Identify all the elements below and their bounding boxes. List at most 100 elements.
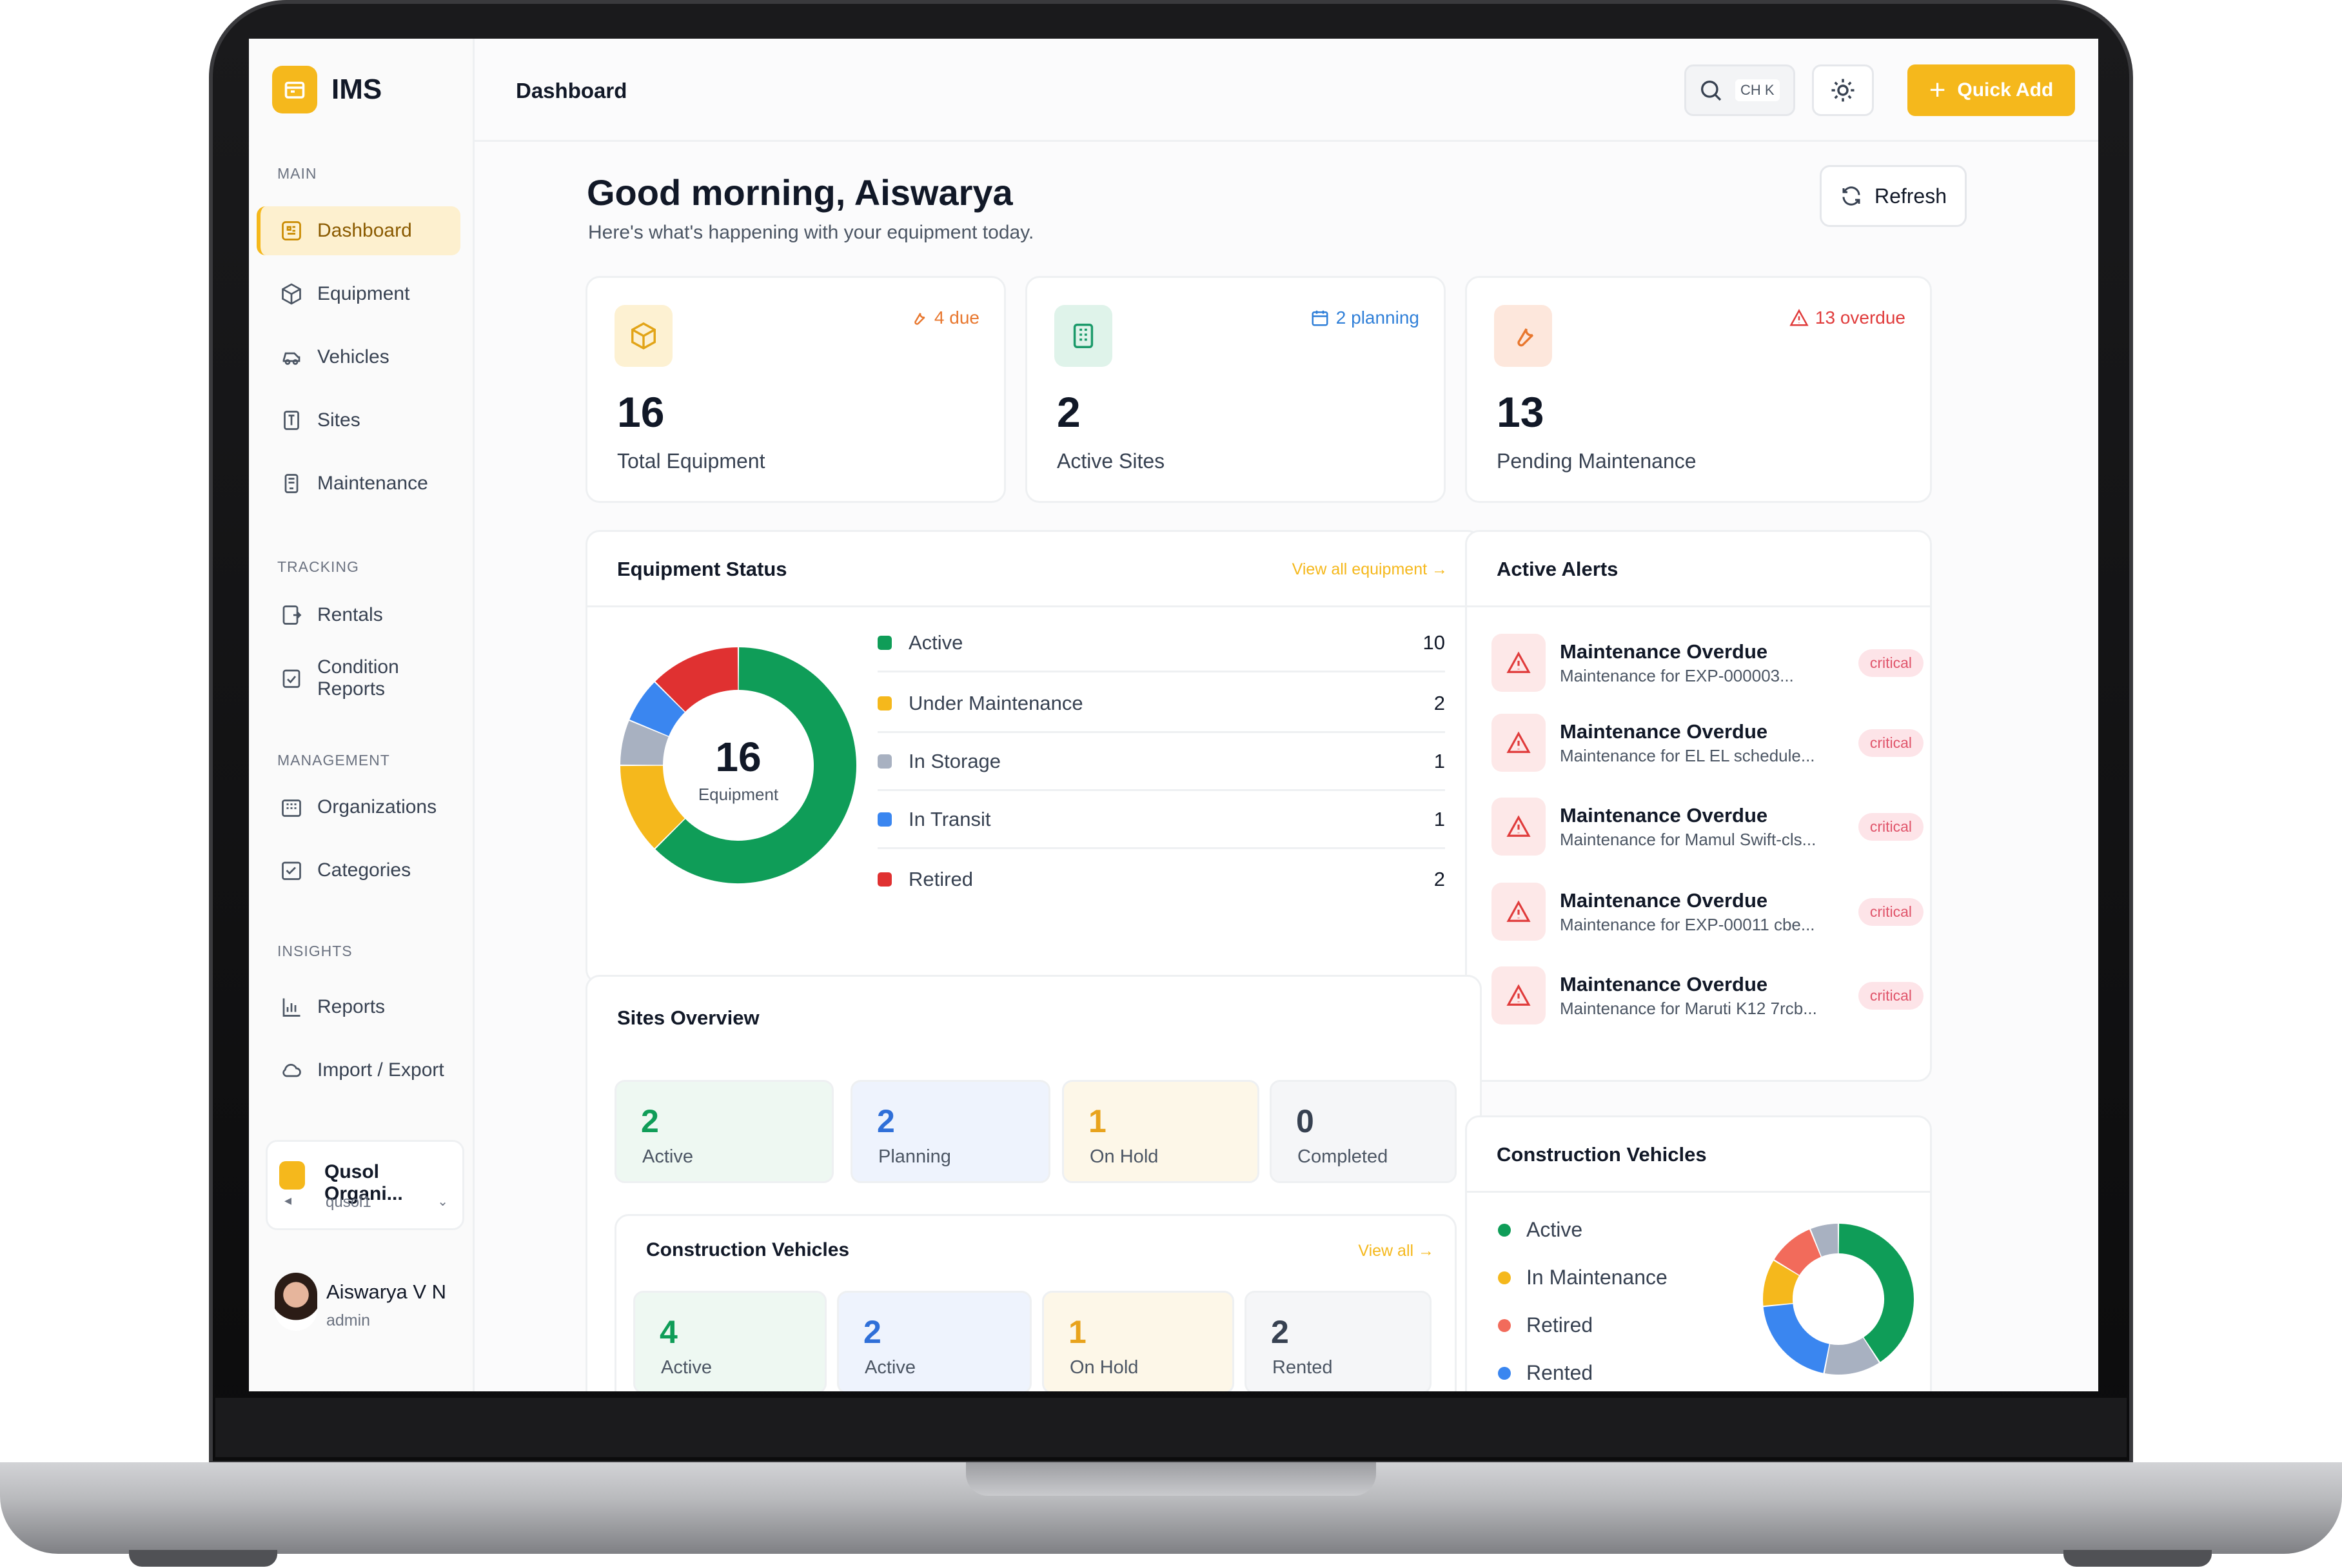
box-icon [615, 305, 673, 367]
legend-swatch [878, 635, 892, 650]
search-button[interactable]: CH K [1684, 64, 1795, 116]
stat-card-pending-maintenance[interactable]: 13 overdue 13 Pending Maintenance [1465, 276, 1932, 503]
legend-row-retired[interactable]: Retired 2 [878, 850, 1445, 908]
warning-icon [1491, 634, 1546, 692]
plus-icon: + [1929, 74, 1946, 106]
site-tile-completed[interactable]: 0 Completed [1270, 1080, 1457, 1183]
alert-item[interactable]: Maintenance Overdue Maintenance for EXP-0… [1491, 627, 1924, 698]
chevron-down-icon: ⌄ [437, 1195, 448, 1209]
greeting: Good morning, Aiswarya [587, 172, 1013, 213]
stat-label: Total Equipment [617, 449, 765, 473]
legend-name: In Storage [909, 749, 1001, 772]
view-all-link[interactable]: View all → [1358, 1242, 1434, 1260]
org-switcher[interactable]: Qusol Organi... qusol1 ◂ ⌄ [266, 1140, 464, 1230]
stat-badge: 13 overdue [1789, 308, 1905, 328]
tile-value: 1 [1068, 1314, 1087, 1350]
greeting-subtitle: Here's what's happening with your equipm… [588, 222, 1034, 243]
alert-item[interactable]: Maintenance Overdue Maintenance for Mamul… [1491, 791, 1924, 862]
cv-legend-retired[interactable]: Retired [1498, 1313, 1593, 1337]
card-title: Construction Vehicles [1497, 1143, 1707, 1166]
sidebar-item-equipment[interactable]: Equipment [257, 270, 460, 318]
tile-value: 2 [641, 1103, 659, 1139]
org-icon [279, 1161, 305, 1190]
sidebar-item-vehicles[interactable]: Vehicles [257, 333, 460, 382]
page-title: Dashboard [516, 79, 627, 103]
sidebar-item-label: Vehicles [317, 346, 389, 368]
tile-value: 4 [660, 1314, 678, 1350]
view-all-equipment-link[interactable]: View all equipment → [1292, 560, 1448, 579]
sidebar-item-organizations[interactable]: Organizations [257, 783, 460, 832]
sites-overview-card: Sites Overview 2 Active 2 Planning 1 On … [586, 975, 1482, 1391]
legend-name: In Transit [909, 807, 991, 830]
sidebar: IMS MAIN Dashboard Equipment Vehicles Si… [249, 39, 475, 1391]
cv-legend-active[interactable]: Active [1498, 1218, 1582, 1242]
legend-value: 1 [1433, 807, 1445, 830]
app-name: IMS [331, 74, 382, 105]
nav-heading-tracking: TRACKING [277, 558, 359, 575]
sidebar-item-dashboard[interactable]: Dashboard [257, 206, 460, 255]
wrench-icon [914, 313, 925, 325]
legend-row-active[interactable]: Active 10 [878, 614, 1445, 672]
card-title: Equipment Status [617, 558, 787, 580]
alert-description: Maintenance for EXP-00011 cbe... [1560, 914, 1815, 934]
sidebar-item-condition-reports[interactable]: Condition Reports [257, 654, 460, 703]
sidebar-item-rentals[interactable]: Rentals [257, 591, 460, 640]
construction-vehicles-inner-card: Construction Vehicles View all → 4 Activ… [615, 1214, 1457, 1391]
vehicle-tile-active-2[interactable]: 2 Active [837, 1291, 1032, 1391]
brand[interactable]: IMS [272, 66, 382, 113]
vehicle-tile-rented[interactable]: 2 Rented [1245, 1291, 1432, 1391]
alert-description: Maintenance for EXP-000003... [1560, 665, 1794, 685]
vehicle-tile-on-hold[interactable]: 1 On Hold [1042, 1291, 1234, 1391]
theme-toggle-button[interactable] [1812, 64, 1874, 116]
cv-donut-slice-rented[interactable] [1763, 1303, 1830, 1373]
cv-donut-slice-active[interactable] [1838, 1224, 1914, 1362]
stat-card-active-sites[interactable]: 2 planning 2 Active Sites [1025, 276, 1446, 503]
cv-donut-slice-retired[interactable] [1774, 1229, 1822, 1276]
sidebar-item-label: Organizations [317, 796, 437, 818]
stat-card-total-equipment[interactable]: 4 due 16 Total Equipment [586, 276, 1006, 503]
refresh-button[interactable]: Refresh [1820, 165, 1967, 227]
cv-legend-in-maintenance[interactable]: In Maintenance [1498, 1266, 1668, 1289]
cv-legend-rented[interactable]: Rented [1498, 1361, 1593, 1385]
sidebar-item-sites[interactable]: Sites [257, 396, 460, 445]
legend-row-in-storage[interactable]: In Storage 1 [878, 733, 1445, 791]
alert-item[interactable]: Maintenance Overdue Maintenance for Marut… [1491, 960, 1924, 1031]
alert-item[interactable]: Maintenance Overdue Maintenance for EXP-0… [1491, 876, 1924, 947]
alert-title: Maintenance Overdue [1560, 720, 1768, 743]
sidebar-item-label: Dashboard [317, 220, 412, 241]
sidebar-item-reports[interactable]: Reports [257, 983, 460, 1032]
sidebar-item-maintenance[interactable]: Maintenance [257, 459, 460, 508]
sidebar-item-import-export[interactable]: Import / Export [257, 1046, 460, 1095]
site-tile-on-hold[interactable]: 1 On Hold [1062, 1080, 1259, 1183]
quick-add-button[interactable]: + Quick Add [1907, 64, 2075, 116]
legend-row-in-transit[interactable]: In Transit 1 [878, 791, 1445, 849]
legend-row-under-maintenance[interactable]: Under Maintenance 2 [878, 675, 1445, 733]
stat-badge: 2 planning [1310, 308, 1419, 328]
user-profile[interactable]: Aiswarya V N admin [266, 1264, 464, 1351]
legend-name: In Maintenance [1526, 1266, 1668, 1289]
site-tile-planning[interactable]: 2 Planning [851, 1080, 1050, 1183]
stat-label: Pending Maintenance [1497, 449, 1697, 473]
sidebar-item-categories[interactable]: Categories [257, 846, 460, 895]
stat-label: Active Sites [1057, 449, 1165, 473]
laptop-notch [966, 1462, 1376, 1496]
tile-label: Completed [1297, 1146, 1388, 1167]
card-title: Active Alerts [1497, 558, 1619, 580]
sidebar-item-label: Maintenance [317, 473, 428, 494]
alert-item[interactable]: Maintenance Overdue Maintenance for EL EL… [1491, 707, 1924, 778]
site-tile-active[interactable]: 2 Active [615, 1080, 834, 1183]
cv-donut-slice-storage[interactable] [1824, 1337, 1879, 1375]
rentals-icon [282, 605, 302, 625]
stat-badge: 4 due [909, 308, 979, 328]
alert-title: Maintenance Overdue [1560, 640, 1768, 663]
cv-donut-slice-other[interactable] [1811, 1224, 1839, 1257]
vehicle-tile-active[interactable]: 4 Active [633, 1291, 827, 1391]
sidebar-item-label: Equipment [317, 283, 410, 304]
alert-description: Maintenance for EL EL schedule... [1560, 745, 1815, 765]
legend-value: 2 [1433, 868, 1445, 890]
cv-donut-slice-in-maintenance[interactable] [1763, 1260, 1800, 1306]
tile-value: 2 [863, 1314, 881, 1350]
legend-swatch [878, 812, 892, 827]
wrench-icon [1494, 305, 1552, 367]
sidebar-item-label: Import / Export [317, 1059, 444, 1081]
